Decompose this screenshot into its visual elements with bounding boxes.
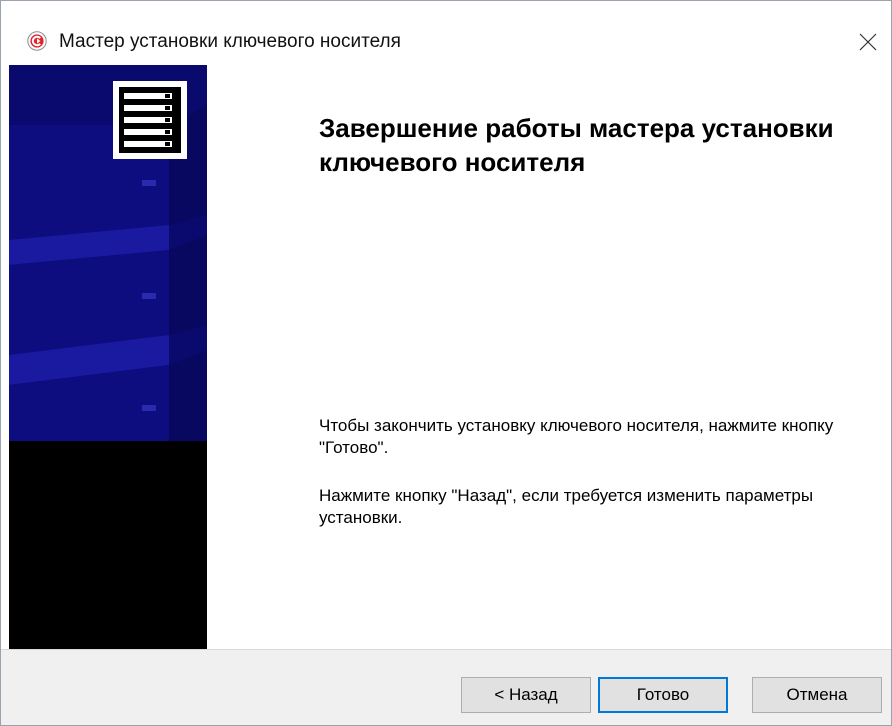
wizard-banner-image: [9, 65, 207, 649]
close-icon: [859, 33, 877, 51]
instruction-text: Чтобы закончить установку ключевого носи…: [319, 416, 834, 457]
title-bar[interactable]: Мастер установки ключевого носителя: [1, 1, 891, 65]
finish-button[interactable]: Готово: [598, 677, 728, 713]
back-button[interactable]: < Назад: [461, 677, 591, 713]
window-title: Мастер установки ключевого носителя: [59, 31, 401, 52]
close-button[interactable]: [845, 19, 891, 65]
wizard-content: Завершение работы мастера установки ключ…: [207, 65, 891, 649]
page-title: Завершение работы мастера установки ключ…: [319, 113, 834, 177]
cancel-button[interactable]: Отмена: [752, 677, 882, 713]
back-hint-text: Нажмите кнопку "Назад", если требуется и…: [319, 486, 814, 527]
cryptopro-logo-icon: [27, 31, 47, 51]
wizard-window: Мастер установки ключевого носителя Заве…: [0, 0, 892, 726]
server-rack-illustration: [9, 65, 207, 441]
button-bar: < Назад Готово Отмена: [1, 649, 891, 725]
